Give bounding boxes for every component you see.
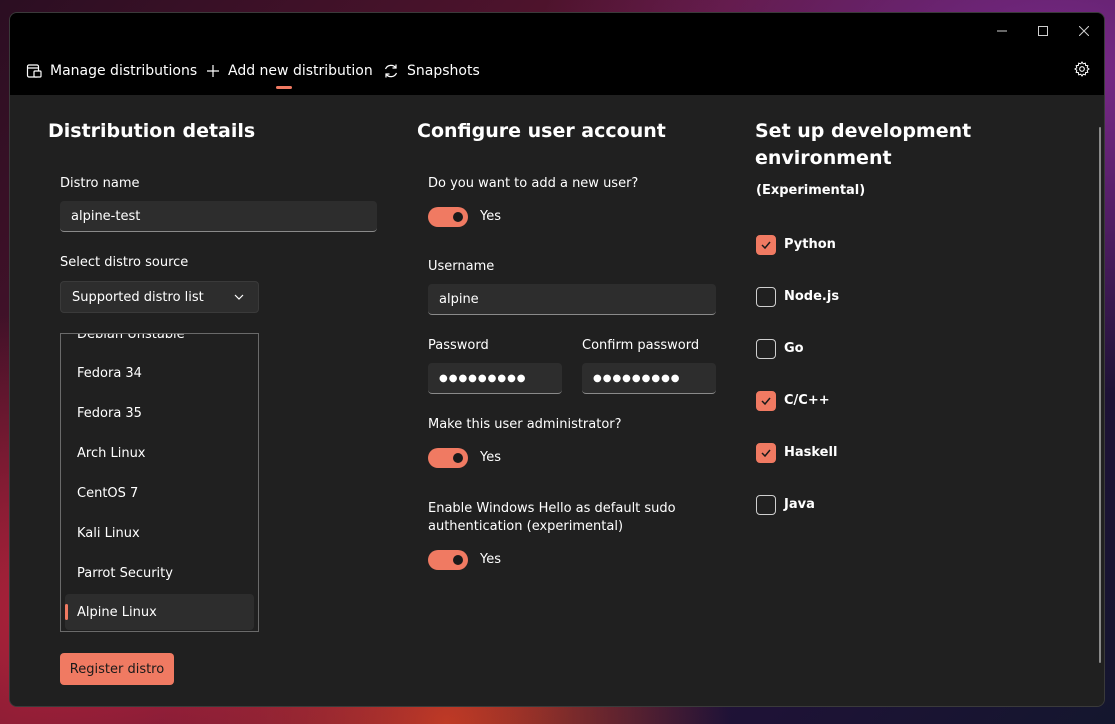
nav-add-distribution[interactable]: Add new distribution [206, 57, 373, 85]
list-item-fedora-34[interactable]: Fedora 34 [65, 355, 254, 391]
close-icon [1079, 26, 1089, 36]
haskell-checkbox[interactable] [756, 443, 776, 463]
distro-list[interactable]: Debian Unstable Fedora 34 Fedora 35 Arch… [60, 333, 259, 632]
java-label: Java [784, 497, 815, 512]
register-distro-button[interactable]: Register distro [60, 653, 174, 685]
password-value: ●●●●●●●●● [439, 372, 527, 384]
list-item-arch-linux[interactable]: Arch Linux [65, 435, 254, 471]
python-label: Python [784, 237, 836, 252]
title-bar: Manage distributions Add new distributio… [10, 13, 1104, 95]
checkmark-icon [761, 449, 771, 458]
nav-manage-label: Manage distributions [50, 63, 198, 79]
password-label: Password [428, 338, 489, 353]
confirm-password-label: Confirm password [582, 338, 700, 353]
add-user-toggle-label: Yes [480, 209, 501, 224]
nav-manage-distributions[interactable]: Manage distributions [26, 57, 197, 85]
settings-button[interactable] [1074, 61, 1090, 81]
list-item-fedora-35[interactable]: Fedora 35 [65, 395, 254, 431]
admin-toggle-label: Yes [480, 450, 501, 465]
username-label: Username [428, 259, 495, 274]
nav-snapshots-label: Snapshots [407, 63, 480, 79]
maximize-icon [1038, 26, 1048, 36]
distro-source-value: Supported distro list [72, 289, 204, 305]
username-input[interactable]: alpine [428, 284, 716, 315]
experimental-subheading: (Experimental) [756, 183, 866, 198]
list-item-parrot-security[interactable]: Parrot Security [65, 555, 254, 591]
cpp-label: C/C++ [784, 393, 830, 408]
nodejs-label: Node.js [784, 289, 840, 304]
refresh-icon [384, 64, 398, 78]
nav-add-label: Add new distribution [228, 63, 373, 79]
list-item-centos-7[interactable]: CentOS 7 [65, 475, 254, 511]
windows-hello-question-line1: Enable Windows Hello as default sudo [428, 501, 676, 516]
windows-hello-question-line2: authentication (experimental) [428, 519, 624, 534]
go-label: Go [784, 341, 804, 356]
confirm-password-input[interactable]: ●●●●●●●●● [582, 363, 716, 394]
add-user-toggle[interactable] [428, 207, 468, 227]
windows-hello-toggle-label: Yes [480, 552, 501, 567]
gear-icon [1074, 61, 1090, 77]
plus-icon [207, 65, 219, 77]
configure-user-heading: Configure user account [417, 120, 666, 142]
go-checkbox[interactable] [756, 339, 776, 359]
nav-snapshots[interactable]: Snapshots [383, 57, 480, 85]
dev-environment-heading-line1: Set up development [755, 120, 972, 142]
list-item-alpine-linux[interactable]: Alpine Linux [65, 594, 254, 630]
distro-name-label: Distro name [60, 176, 140, 191]
close-button[interactable] [1064, 17, 1104, 45]
username-value: alpine [439, 291, 479, 307]
confirm-password-value: ●●●●●●●●● [593, 372, 681, 384]
password-input[interactable]: ●●●●●●●●● [428, 363, 562, 394]
cpp-checkbox[interactable] [756, 391, 776, 411]
vertical-scrollbar[interactable] [1099, 127, 1101, 663]
minimize-icon [997, 30, 1007, 32]
list-item-debian-unstable[interactable]: Debian Unstable [65, 334, 254, 352]
add-user-question: Do you want to add a new user? [428, 176, 639, 191]
distro-name-value: alpine-test [71, 208, 141, 224]
java-checkbox[interactable] [756, 495, 776, 515]
app-window: Manage distributions Add new distributio… [9, 12, 1105, 707]
distribution-list-icon [26, 64, 42, 78]
nav-selection-indicator [276, 86, 292, 89]
admin-question: Make this user administrator? [428, 417, 622, 432]
haskell-label: Haskell [784, 445, 838, 460]
python-checkbox[interactable] [756, 235, 776, 255]
list-item-kali-linux[interactable]: Kali Linux [65, 515, 254, 551]
distro-source-dropdown[interactable]: Supported distro list [60, 281, 259, 313]
distribution-details-heading: Distribution details [48, 120, 256, 142]
nodejs-checkbox[interactable] [756, 287, 776, 307]
main-content: Distribution details Distro name alpine-… [10, 95, 1104, 706]
checkmark-icon [761, 397, 771, 406]
maximize-button[interactable] [1023, 17, 1063, 45]
minimize-button[interactable] [982, 17, 1022, 45]
admin-toggle[interactable] [428, 448, 468, 468]
chevron-down-icon [234, 294, 244, 300]
windows-hello-toggle[interactable] [428, 550, 468, 570]
distro-name-input[interactable]: alpine-test [60, 201, 377, 232]
distro-source-label: Select distro source [60, 255, 189, 270]
dev-environment-heading-line2: environment [755, 147, 892, 169]
checkmark-icon [761, 241, 771, 250]
